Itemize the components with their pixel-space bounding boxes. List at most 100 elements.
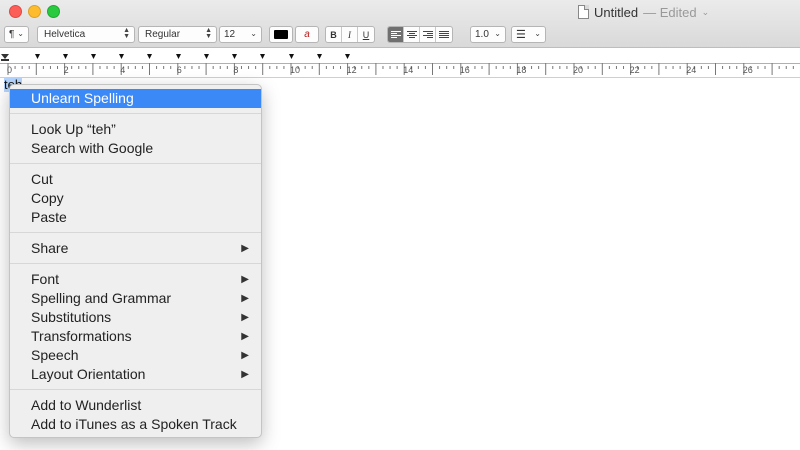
minimize-window-button[interactable] — [28, 5, 41, 18]
menu-item-spelling-and-grammar[interactable]: Spelling and Grammar ▶ — [10, 289, 261, 308]
ruler-label: 10 — [290, 65, 301, 75]
menu-item-label: Unlearn Spelling — [31, 90, 134, 106]
justify-button[interactable] — [436, 27, 452, 42]
ruler-label: 6 — [176, 65, 182, 75]
ruler-ticks — [7, 63, 794, 75]
font-style-value: Regular — [145, 29, 181, 40]
text-color-well[interactable] — [269, 26, 293, 43]
menu-item-speech[interactable]: Speech ▶ — [10, 346, 261, 365]
menu-item-label: Font — [31, 271, 60, 287]
submenu-arrow-icon: ▶ — [241, 274, 249, 285]
menu-item-paste[interactable]: Paste — [10, 208, 261, 227]
ruler[interactable]: 0 2 4 6 8 10 12 14 16 18 20 22 24 26 — [0, 48, 800, 78]
menu-item-layout-orientation[interactable]: Layout Orientation ▶ — [10, 365, 261, 384]
font-family-select[interactable]: Helvetica ▲ ▼ — [37, 26, 135, 43]
menu-item-label: Paste — [31, 209, 67, 225]
menu-item-label: Transformations — [31, 328, 132, 344]
menu-item-look-up-teh[interactable]: Look Up “teh” — [10, 120, 261, 139]
menu-item-search-with-google[interactable]: Search with Google — [10, 139, 261, 158]
context-menu: Unlearn Spelling Look Up “teh” Search with… — [9, 84, 262, 438]
chevron-down-icon: ⌄ — [17, 29, 24, 38]
menu-separator — [10, 263, 261, 264]
list-bullets-icon: ☰ — [516, 29, 526, 41]
list-style-popup[interactable]: ☰ ⌄ — [511, 26, 546, 43]
submenu-arrow-icon: ▶ — [241, 312, 249, 323]
chevron-down-icon: ⌄ — [534, 29, 541, 38]
align-right-button[interactable] — [420, 27, 436, 42]
menu-item-add-to-wunderlist[interactable]: Add to Wunderlist — [10, 396, 261, 415]
menu-item-font[interactable]: Font ▶ — [10, 270, 261, 289]
underline-button[interactable]: U — [358, 27, 374, 42]
ruler-label: 18 — [516, 65, 527, 75]
stepper-icon: ▲ ▼ — [123, 27, 130, 40]
underline-label: U — [362, 29, 370, 40]
menu-item-share[interactable]: Share ▶ — [10, 239, 261, 258]
zoom-window-button[interactable] — [47, 5, 60, 18]
menu-item-transformations[interactable]: Transformations ▶ — [10, 327, 261, 346]
line-spacing-popup[interactable]: 1.0 ⌄ — [470, 26, 506, 43]
font-family-value: Helvetica — [44, 29, 86, 40]
ruler-label: 2 — [63, 65, 69, 75]
menu-item-label: Substitutions — [31, 309, 112, 325]
line-spacing-value: 1.0 — [475, 29, 489, 40]
menu-item-label: Share — [31, 240, 69, 256]
ruler-label: 22 — [629, 65, 640, 75]
submenu-arrow-icon: ▶ — [241, 350, 249, 361]
document-icon — [578, 5, 589, 19]
menu-separator — [10, 389, 261, 390]
menu-item-label: Spelling and Grammar — [31, 290, 172, 306]
ruler-label: 16 — [459, 65, 470, 75]
menu-separator — [10, 113, 261, 114]
menu-item-label: Look Up “teh” — [31, 121, 116, 137]
text-color-swatch — [274, 30, 288, 39]
close-window-button[interactable] — [9, 5, 22, 18]
left-margin-marker — [1, 54, 9, 59]
chevron-down-icon: ⌄ — [250, 29, 257, 38]
menu-item-label: Cut — [31, 171, 53, 187]
font-size-combo[interactable]: 12 ⌄ — [219, 26, 262, 43]
menu-item-label: Speech — [31, 347, 79, 363]
title-bar: Untitled — Edited ⌄ ¶ ⌄ Helvetica ▲ ▼ Reg… — [0, 0, 800, 48]
window-title[interactable]: Untitled — Edited ⌄ — [578, 3, 709, 21]
menu-item-label: Copy — [31, 190, 64, 206]
align-center-button[interactable] — [404, 27, 420, 42]
stepper-icon: ▲ ▼ — [205, 27, 212, 40]
highlight-color-icon: a — [304, 29, 310, 40]
align-left-button[interactable] — [388, 27, 404, 42]
ruler-label: 20 — [573, 65, 584, 75]
menu-item-label: Layout Orientation — [31, 366, 146, 382]
ruler-label: 26 — [742, 65, 753, 75]
ruler-label: 8 — [233, 65, 239, 75]
align-left-icon — [390, 30, 401, 39]
chevron-down-icon: ⌄ — [701, 6, 710, 17]
document-title: Untitled — [594, 4, 639, 20]
menu-separator — [10, 232, 261, 233]
menu-item-add-to-itunes-as-a-spoken-track[interactable]: Add to iTunes as a Spoken Track — [10, 415, 261, 434]
menu-item-label: Search with Google — [31, 140, 154, 156]
ruler-label: 4 — [120, 65, 126, 75]
menu-item-unlearn-spelling[interactable]: Unlearn Spelling — [10, 89, 261, 108]
menu-item-copy[interactable]: Copy — [10, 189, 261, 208]
highlight-color-well[interactable]: a — [295, 26, 319, 43]
ruler-label: 24 — [686, 65, 697, 75]
font-style-select[interactable]: Regular ▲ ▼ — [138, 26, 217, 43]
italic-button[interactable]: I — [342, 27, 358, 42]
menu-item-cut[interactable]: Cut — [10, 170, 261, 189]
ruler-label: 12 — [346, 65, 357, 75]
bold-label: B — [330, 29, 337, 40]
align-right-icon — [422, 30, 433, 39]
font-size-value: 12 — [224, 29, 236, 40]
submenu-arrow-icon: ▶ — [241, 331, 249, 342]
tab-stops — [35, 54, 350, 59]
alignment-buttons — [387, 26, 453, 43]
paragraph-style-popup[interactable]: ¶ ⌄ — [4, 26, 29, 43]
menu-item-substitutions[interactable]: Substitutions ▶ — [10, 308, 261, 327]
chevron-down-icon: ⌄ — [494, 29, 501, 38]
first-line-indent-marker — [1, 59, 9, 61]
paragraph-icon: ¶ — [9, 29, 15, 40]
menu-item-label: Add to Wunderlist — [31, 397, 142, 413]
bold-button[interactable]: B — [326, 27, 342, 42]
ruler-label: 0 — [7, 65, 13, 75]
text-style-buttons: B I U — [325, 26, 375, 43]
justify-icon — [439, 30, 449, 39]
